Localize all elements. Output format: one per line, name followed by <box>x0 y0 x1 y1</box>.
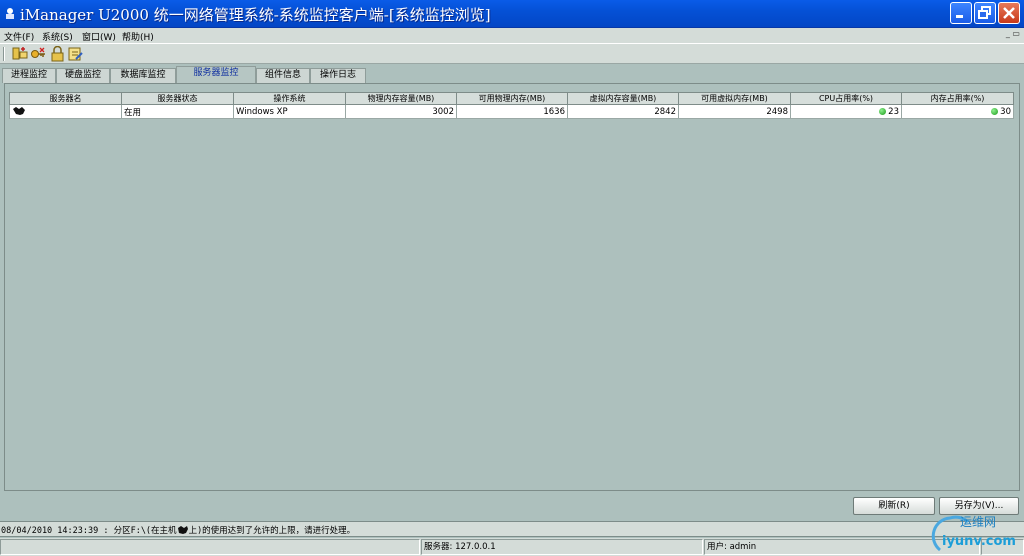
tree-add-icon[interactable] <box>12 46 29 62</box>
tab-component-info[interactable]: 组件信息 <box>256 68 310 83</box>
cell-server-status: 在用 <box>121 104 234 119</box>
tab-database-monitor[interactable]: 数据库监控 <box>110 68 176 83</box>
title-bar[interactable]: iManager U2000 统一网络管理系统-系统监控客户端-[系统监控浏览] <box>0 0 1024 28</box>
cell-memory-usage: 30 <box>901 104 1014 119</box>
alarm-message-head: 08/04/2010 14:23:39 : 分区F:\(在主机 <box>1 526 177 536</box>
column-header-server-name[interactable]: 服务器名 <box>9 92 122 105</box>
menu-help[interactable]: 帮助(H) <box>122 30 154 43</box>
tab-bar: 进程监控 硬盘监控 数据库监控 服务器监控 组件信息 操作日志 <box>0 66 1024 83</box>
close-button[interactable] <box>998 2 1020 24</box>
status-cell-empty <box>0 539 420 555</box>
server-table: 服务器名 服务器状态 操作系统 物理内存容量(MB) 可用物理内存(MB) 虚拟… <box>9 92 1014 119</box>
server-icon <box>177 526 188 534</box>
minimize-button[interactable] <box>950 2 972 24</box>
column-header-physical-memory[interactable]: 物理内存容量(MB) <box>345 92 457 105</box>
tab-operation-log[interactable]: 操作日志 <box>310 68 366 83</box>
cpu-usage-value: 23 <box>888 106 899 117</box>
cell-cpu-usage: 23 <box>790 104 902 119</box>
menu-file[interactable]: 文件(F) <box>4 30 34 43</box>
status-server: 服务器: 127.0.0.1 <box>421 539 703 555</box>
menu-system[interactable]: 系统(S) <box>42 30 73 43</box>
cell-physical-memory: 3002 <box>345 104 457 119</box>
status-bar: 服务器: 127.0.0.1 用户: admin <box>0 538 1024 556</box>
alarm-message: 08/04/2010 14:23:39 : 分区F:\(在主机 上)的使用达到了允… <box>1 524 355 536</box>
tab-disk-monitor[interactable]: 硬盘监控 <box>56 68 110 83</box>
tab-process-monitor[interactable]: 进程监控 <box>2 68 56 83</box>
window-title: iManager U2000 统一网络管理系统-系统监控客户端-[系统监控浏览] <box>20 6 491 24</box>
table-row[interactable]: 在用 Windows XP 3002 1636 2842 2498 23 30 <box>9 104 1014 119</box>
cell-free-physical-memory: 1636 <box>456 104 568 119</box>
toolbar <box>0 43 1024 64</box>
column-header-server-status[interactable]: 服务器状态 <box>121 92 234 105</box>
maximize-button[interactable] <box>974 2 996 24</box>
column-header-free-virtual-memory[interactable]: 可用虚拟内存(MB) <box>678 92 791 105</box>
table-header: 服务器名 服务器状态 操作系统 物理内存容量(MB) 可用物理内存(MB) 虚拟… <box>9 92 1014 105</box>
menu-bar: 文件(F) 系统(S) 窗口(W) 帮助(H) _ ▭ <box>0 28 1024 43</box>
message-bar: 08/04/2010 14:23:39 : 分区F:\(在主机 上)的使用达到了允… <box>0 521 1024 537</box>
server-icon <box>13 106 25 115</box>
app-icon <box>6 8 14 19</box>
column-header-free-physical-memory[interactable]: 可用物理内存(MB) <box>456 92 568 105</box>
close-icon <box>1003 7 1015 19</box>
memory-usage-value: 30 <box>1000 106 1011 117</box>
minimize-icon <box>956 15 963 18</box>
lock-icon[interactable] <box>49 45 66 62</box>
tab-server-monitor[interactable]: 服务器监控 <box>176 66 256 83</box>
watermark: 运维网 iyunv.com <box>920 510 1020 556</box>
cell-virtual-memory: 2842 <box>567 104 679 119</box>
cell-free-virtual-memory: 2498 <box>678 104 791 119</box>
alarm-message-tail: 上)的使用达到了允许的上限，请进行处理。 <box>188 526 356 536</box>
column-header-os[interactable]: 操作系统 <box>233 92 346 105</box>
server-monitor-panel: 服务器名 服务器状态 操作系统 物理内存容量(MB) 可用物理内存(MB) 虚拟… <box>4 83 1020 491</box>
edit-icon[interactable] <box>67 46 84 62</box>
column-header-memory-usage[interactable]: 内存占用率(%) <box>901 92 1014 105</box>
cell-server-name <box>9 104 122 119</box>
key-icon[interactable] <box>30 46 47 62</box>
column-header-virtual-memory[interactable]: 虚拟内存容量(MB) <box>567 92 679 105</box>
menu-window[interactable]: 窗口(W) <box>82 30 116 43</box>
watermark-bottom-text: iyunv.com <box>942 534 1016 549</box>
cell-os: Windows XP <box>233 104 346 119</box>
mdi-window-controls[interactable]: _ ▭ <box>1006 29 1020 38</box>
watermark-top-text: 运维网 <box>960 515 997 529</box>
status-ok-icon <box>991 107 999 115</box>
restore-icon <box>978 6 991 19</box>
column-header-cpu-usage[interactable]: CPU占用率(%) <box>790 92 902 105</box>
toolbar-grip <box>3 47 5 61</box>
status-ok-icon <box>879 107 887 115</box>
